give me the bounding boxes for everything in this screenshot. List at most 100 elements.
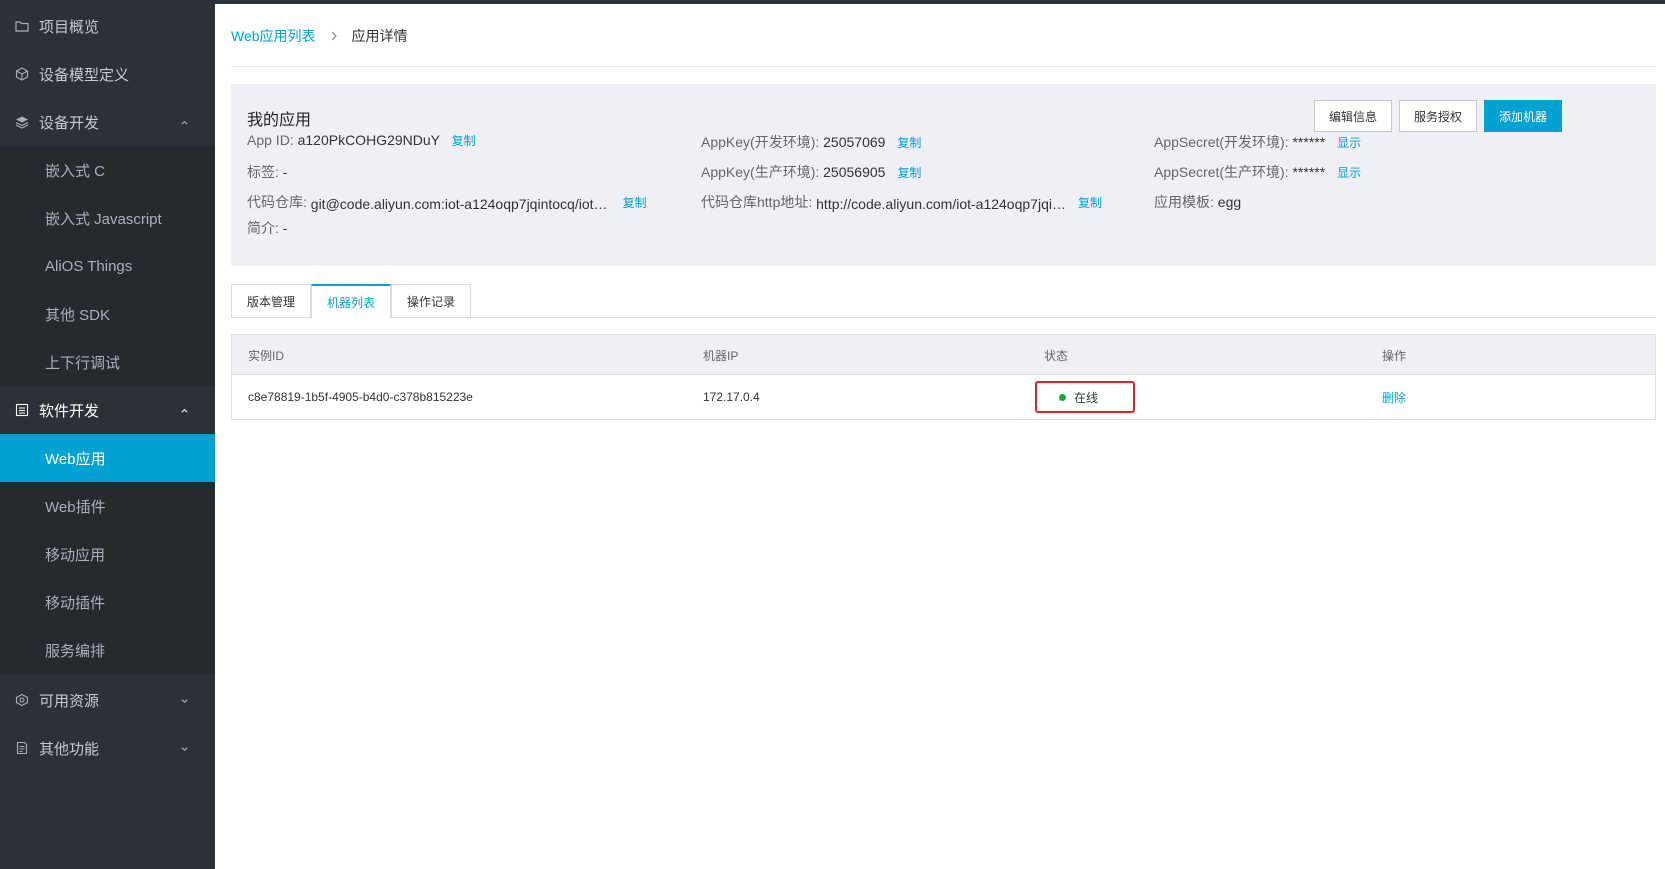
cell-instance-id: c8e78819-1b5f-4905-b4d0-c378b815223e [248, 390, 473, 404]
delete-link[interactable]: 删除 [1382, 389, 1406, 406]
cell-action: 删除 [1382, 375, 1406, 419]
sidebar-item-software-dev[interactable]: 软件开发 [0, 386, 215, 434]
repo-http-field: 代码仓库http地址: http://code.aliyun.com/iot-a… [701, 192, 1102, 212]
sidebar-item-label: 其他 SDK [45, 306, 111, 324]
table-header: 实例ID 机器IP 状态 操作 [232, 335, 1655, 375]
doc-icon [15, 741, 29, 755]
repo-label: 代码仓库: [247, 194, 307, 210]
sidebar-item-embedded-js[interactable]: 嵌入式 Javascript [0, 194, 215, 242]
sidebar-item-mobile-app[interactable]: 移动应用 [0, 530, 215, 578]
sidebar: 项目概览 设备模型定义 设备开发 嵌入式 C 嵌入式 Javascript Al… [0, 0, 215, 869]
desc-label: 简介: [247, 220, 279, 236]
copy-appkey-prod-link[interactable]: 复制 [897, 166, 921, 180]
sidebar-item-label: 嵌入式 C [45, 162, 106, 180]
chevron-down-icon [180, 676, 189, 724]
machine-table: 实例ID 机器IP 状态 操作 c8e78819-1b5f-4905-b4d0-… [231, 334, 1656, 420]
copy-repo-http-link[interactable]: 复制 [1078, 196, 1102, 210]
chevron-up-icon [180, 386, 189, 434]
template-label: 应用模板: [1154, 194, 1214, 210]
header-status: 状态 [1044, 348, 1069, 363]
sidebar-item-device-model[interactable]: 设备模型定义 [0, 50, 215, 98]
desc-value: - [282, 220, 288, 236]
resource-icon [15, 693, 29, 707]
secret-prod-value: ****** [1292, 164, 1326, 180]
sidebar-item-device-dev[interactable]: 设备开发 [0, 98, 215, 146]
sidebar-item-label: 可用资源 [39, 692, 100, 710]
sidebar-item-mobile-plugin[interactable]: 移动插件 [0, 578, 215, 626]
list-icon [15, 403, 29, 417]
tab-operation-log[interactable]: 操作记录 [391, 284, 471, 318]
breadcrumb-parent-link[interactable]: Web应用列表 [231, 26, 316, 46]
app-info-panel: 我的应用 编辑信息 服务授权 添加机器 App ID: a120PkCOHG29… [231, 84, 1656, 266]
online-status-dot-icon [1059, 393, 1066, 401]
appkey-dev-label: AppKey(开发环境): [701, 134, 820, 150]
header-instance-id: 实例ID [248, 348, 285, 363]
sidebar-item-label: 软件开发 [39, 402, 100, 420]
sidebar-item-other-sdk[interactable]: 其他 SDK [0, 290, 215, 338]
sidebar-item-label: 设备模型定义 [39, 66, 130, 84]
secret-dev-value: ****** [1292, 134, 1326, 150]
sidebar-item-label: 嵌入式 Javascript [45, 210, 162, 228]
sidebar-item-embedded-c[interactable]: 嵌入式 C [0, 146, 215, 194]
edit-info-button[interactable]: 编辑信息 [1314, 100, 1392, 132]
secret-dev-field: AppSecret(开发环境): ****** 显示 [1154, 132, 1361, 152]
breadcrumb: Web应用列表 应用详情 [231, 26, 408, 46]
secret-dev-label: AppSecret(开发环境): [1154, 134, 1289, 150]
app-id-label: App ID: [247, 132, 294, 148]
app-id-value: a120PkCOHG29NDuY [297, 132, 440, 148]
status-badge: 在线 [1035, 381, 1135, 413]
tag-field: 标签: - [247, 162, 287, 182]
copy-app-id-link[interactable]: 复制 [452, 134, 476, 148]
sidebar-item-label: 上下行调试 [45, 354, 121, 372]
template-value: egg [1217, 194, 1242, 210]
cube-icon [15, 67, 29, 81]
header-machine-ip: 机器IP [703, 348, 739, 363]
sidebar-item-web-app[interactable]: Web应用 [0, 434, 215, 482]
copy-appkey-dev-link[interactable]: 复制 [897, 136, 921, 150]
tab-version-management[interactable]: 版本管理 [231, 284, 311, 318]
service-auth-button[interactable]: 服务授权 [1399, 100, 1477, 132]
chevron-up-icon [180, 98, 189, 146]
sidebar-item-other-features[interactable]: 其他功能 [0, 724, 215, 772]
chevron-down-icon [180, 724, 189, 772]
appkey-prod-field: AppKey(生产环境): 25056905 复制 [701, 162, 921, 182]
sidebar-item-alios-things[interactable]: AliOS Things [0, 242, 215, 290]
show-secret-dev-link[interactable]: 显示 [1337, 136, 1361, 150]
sidebar-item-label: Web插件 [45, 498, 106, 516]
appkey-prod-label: AppKey(生产环境): [701, 164, 820, 180]
repo-http-value: http://code.aliyun.com/iot-a124oqp7jqint… [816, 196, 1067, 212]
divider [231, 66, 1656, 67]
sidebar-item-service-orchestration[interactable]: 服务编排 [0, 626, 215, 674]
desc-field: 简介: - [247, 218, 287, 238]
cell-machine-ip: 172.17.0.4 [703, 390, 760, 404]
app-title: 我的应用 [247, 112, 312, 129]
repo-field: 代码仓库: git@code.aliyun.com:iot-a124oqp7jq… [247, 192, 647, 212]
sidebar-item-label: 移动插件 [45, 594, 106, 612]
breadcrumb-current: 应用详情 [351, 28, 408, 44]
sidebar-item-resources[interactable]: 可用资源 [0, 676, 215, 724]
sidebar-item-debug[interactable]: 上下行调试 [0, 338, 215, 386]
sidebar-item-label: 设备开发 [39, 114, 100, 132]
status-text: 在线 [1074, 390, 1099, 405]
sidebar-item-web-plugin[interactable]: Web插件 [0, 482, 215, 530]
sidebar-item-project-overview[interactable]: 项目概览 [0, 2, 215, 50]
copy-repo-link[interactable]: 复制 [623, 196, 647, 210]
header-action: 操作 [1382, 348, 1407, 363]
repo-value: git@code.aliyun.com:iot-a124oqp7jqintocq… [310, 196, 611, 212]
template-field: 应用模板: egg [1154, 192, 1241, 212]
sidebar-item-label: 服务编排 [45, 642, 106, 660]
sidebar-item-label: 移动应用 [45, 546, 106, 564]
add-machine-button[interactable]: 添加机器 [1484, 100, 1562, 132]
appkey-dev-value: 25057069 [823, 134, 886, 150]
sidebar-item-label: Web应用 [45, 450, 106, 468]
tag-value: - [282, 164, 288, 180]
appkey-prod-value: 25056905 [823, 164, 886, 180]
tab-machine-list[interactable]: 机器列表 [311, 284, 391, 319]
show-secret-prod-link[interactable]: 显示 [1337, 166, 1361, 180]
secret-prod-label: AppSecret(生产环境): [1154, 164, 1289, 180]
tag-label: 标签: [247, 164, 279, 180]
folder-icon [15, 19, 29, 33]
main-content: Web应用列表 应用详情 我的应用 编辑信息 服务授权 添加机器 App ID:… [215, 0, 1665, 869]
app-id-field: App ID: a120PkCOHG29NDuY 复制 [247, 132, 476, 149]
repo-http-label: 代码仓库http地址: [701, 194, 813, 210]
